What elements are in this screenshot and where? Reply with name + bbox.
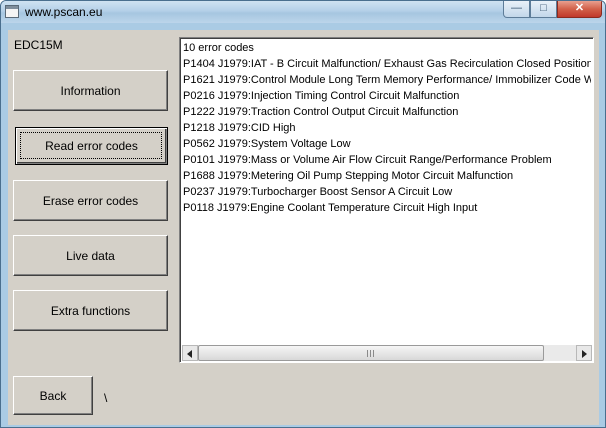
maximize-button[interactable]: □	[530, 1, 557, 18]
scrollbar-thumb[interactable]	[198, 345, 544, 361]
list-item[interactable]: P1688 J1979:Metering Oil Pump Stepping M…	[183, 168, 591, 184]
information-button-label: Information	[60, 83, 121, 98]
title-bar[interactable]: www.pscan.eu — □ ✕	[1, 1, 605, 23]
status-text: \	[104, 391, 108, 405]
list-item[interactable]: P0237 J1979:Turbocharger Boost Sensor A …	[183, 184, 591, 200]
list-item[interactable]: P0118 J1979:Engine Coolant Temperature C…	[183, 200, 591, 216]
window-title: www.pscan.eu	[25, 5, 103, 19]
list-item[interactable]: P1222 J1979:Traction Control Output Circ…	[183, 104, 591, 120]
list-item[interactable]: P0101 J1979:Mass or Volume Air Flow Circ…	[183, 152, 591, 168]
read-error-codes-button[interactable]: Read error codes	[15, 127, 168, 165]
read-error-codes-button-label: Read error codes	[45, 139, 138, 153]
erase-error-codes-button[interactable]: Erase error codes	[13, 180, 168, 221]
horizontal-scrollbar[interactable]	[182, 345, 592, 361]
list-item[interactable]: P0562 J1979:System Voltage Low	[183, 136, 591, 152]
back-button-label: Back	[39, 388, 67, 403]
grip-icon	[367, 350, 375, 357]
error-code-list[interactable]: 10 error codes P1404 J1979:IAT - B Circu…	[179, 37, 594, 363]
live-data-button-label: Live data	[66, 248, 115, 263]
erase-error-codes-button-label: Erase error codes	[42, 193, 139, 208]
error-code-items: 10 error codes P1404 J1979:IAT - B Circu…	[183, 40, 591, 345]
ecu-label: EDC15M	[14, 38, 63, 52]
list-item[interactable]: P0216 J1979:Injection Timing Control Cir…	[183, 88, 591, 104]
list-item[interactable]: P1218 J1979:CID High	[183, 120, 591, 136]
scroll-right-button[interactable]	[576, 345, 592, 361]
close-button[interactable]: ✕	[557, 1, 602, 18]
window-icon[interactable]	[5, 5, 19, 18]
extra-functions-button-label: Extra functions	[50, 303, 131, 318]
extra-functions-button[interactable]: Extra functions	[13, 290, 168, 331]
minimize-button[interactable]: —	[503, 1, 530, 18]
back-button[interactable]: Back	[13, 376, 93, 415]
scroll-left-button[interactable]	[182, 345, 198, 361]
list-item[interactable]: P1404 J1979:IAT - B Circuit Malfunction/…	[183, 56, 591, 72]
information-button[interactable]: Information	[13, 70, 168, 111]
client-area: EDC15M Information Read error codes Eras…	[8, 30, 599, 425]
list-item[interactable]: 10 error codes	[183, 40, 591, 56]
list-item[interactable]: P1621 J1979:Control Module Long Term Mem…	[183, 72, 591, 88]
live-data-button[interactable]: Live data	[13, 235, 168, 276]
arrow-right-icon	[582, 350, 587, 358]
arrow-left-icon	[187, 350, 192, 358]
app-window: www.pscan.eu — □ ✕ EDC15M Information Re…	[0, 0, 606, 428]
